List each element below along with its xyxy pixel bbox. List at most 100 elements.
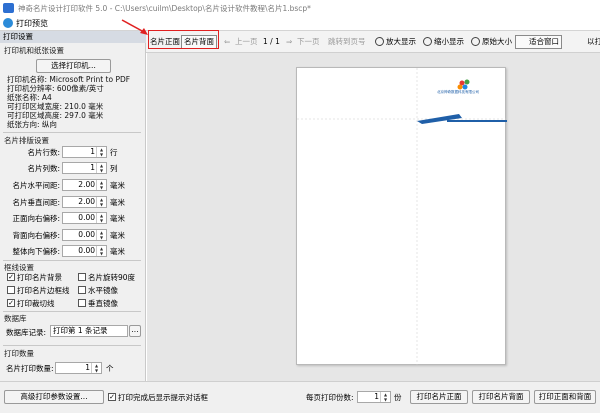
columns-spinner[interactable]: 1 ▲ ▼ xyxy=(62,162,107,174)
preview-page: 北京神奇数据科技有限公司 xyxy=(296,67,507,366)
back-offset-unit: 毫米 xyxy=(110,231,125,240)
next-page-button[interactable]: 下一页 xyxy=(297,36,320,48)
printer-info-resolution: 打印机分辨率: 600像素/英寸 xyxy=(7,84,104,93)
database-record-select[interactable]: 打印第 1 条记录 xyxy=(50,325,128,337)
h-spacing-value: 2.00 xyxy=(78,180,95,189)
per-page-unit: 份 xyxy=(394,393,402,402)
spinner-arrows-icon[interactable]: ▲ ▼ xyxy=(96,197,106,207)
advanced-settings-button[interactable]: 高级打印参数设置... xyxy=(4,390,104,404)
print-border-label: 打印名片边框线 xyxy=(17,286,70,295)
print-toolbar-button[interactable]: 以打 xyxy=(587,36,600,48)
h-spacing-label: 名片水平间距: xyxy=(12,181,60,190)
mirror-v-checkbox[interactable] xyxy=(78,299,86,307)
back-offset-label: 背面向右偏移: xyxy=(12,231,60,240)
print-background-checkbox[interactable]: ✓ xyxy=(7,273,15,281)
rotate-90-checkbox[interactable] xyxy=(78,273,86,281)
divider xyxy=(3,311,141,312)
down-offset-unit: 毫米 xyxy=(110,247,125,256)
divider xyxy=(3,345,141,346)
show-dialog-label: 打印完成后显示提示对话框 xyxy=(118,393,208,402)
prev-arrow-icon: ⇐ xyxy=(224,37,231,46)
down-offset-label: 整体向下偏移: xyxy=(12,247,60,256)
print-crop-lines-label: 打印裁切线 xyxy=(17,299,55,308)
spinner-arrows-icon[interactable]: ▲ ▼ xyxy=(96,163,106,173)
original-size-button[interactable]: 原始大小 xyxy=(482,36,512,48)
print-preview-icon xyxy=(3,18,13,28)
back-offset-spinner[interactable]: 0.00 ▲ ▼ xyxy=(62,229,107,241)
business-card-preview xyxy=(297,68,507,366)
print-border-checkbox[interactable] xyxy=(7,286,15,294)
prev-page-button[interactable]: 上一页 xyxy=(235,36,258,48)
zoom-out-button[interactable]: 缩小显示 xyxy=(434,36,464,48)
columns-unit: 列 xyxy=(110,164,118,173)
divider xyxy=(3,132,141,133)
database-record-label: 数据库记录: xyxy=(6,328,47,337)
down-offset-value: 0.00 xyxy=(78,246,95,255)
v-spacing-spinner[interactable]: 2.00 ▲ ▼ xyxy=(62,196,107,208)
per-page-spinner[interactable]: 1 ▲ ▼ xyxy=(357,391,391,403)
spinner-arrows-icon[interactable]: ▲ ▼ xyxy=(96,147,106,157)
mirror-h-label: 水平镜像 xyxy=(88,286,118,295)
print-settings-panel: 打印设置 打印机和纸张设置 选择打印机... 打印机名称: Microsoft … xyxy=(0,31,146,381)
spinner-arrows-icon[interactable]: ▲ ▼ xyxy=(96,230,106,240)
v-spacing-unit: 毫米 xyxy=(110,198,125,207)
window-title: 神奇名片设计打印软件 5.0 - C:\Users\cuilm\Desktop\… xyxy=(18,4,311,13)
rows-value: 1 xyxy=(90,147,95,156)
back-offset-value: 0.00 xyxy=(78,230,95,239)
show-dialog-checkbox[interactable]: ✓ xyxy=(108,393,116,401)
zoom-out-icon xyxy=(423,37,432,46)
spinner-arrows-icon[interactable]: ▲ ▼ xyxy=(380,392,390,402)
print-quantity-value: 1 xyxy=(85,363,90,372)
rotate-90-label: 名片旋转90度 xyxy=(88,273,136,282)
spinner-arrows-icon[interactable]: ▲ ▼ xyxy=(96,213,106,223)
app-icon xyxy=(3,3,14,13)
page-indicator: 1 / 1 xyxy=(263,37,280,46)
per-page-value: 1 xyxy=(374,392,379,401)
print-background-label: 打印名片背景 xyxy=(17,273,62,282)
print-quantity-unit: 个 xyxy=(106,364,114,373)
down-offset-spinner[interactable]: 0.00 ▲ ▼ xyxy=(62,245,107,257)
goto-page-button[interactable]: 跳转到页号 xyxy=(328,36,366,48)
bottom-action-bar: 高级打印参数设置... ✓ 打印完成后显示提示对话框 每页打印份数: 1 ▲ ▼ 份… xyxy=(0,381,600,413)
next-arrow-icon: ⇒ xyxy=(286,37,293,46)
company-name: 北京神奇数据科技有限公司 xyxy=(437,90,479,94)
database-section-title: 数据库 xyxy=(4,314,27,323)
printer-section-title: 打印机和纸张设置 xyxy=(4,46,64,55)
select-printer-button[interactable]: 选择打印机... xyxy=(36,59,111,73)
mirror-h-checkbox[interactable] xyxy=(78,286,86,294)
front-offset-spinner[interactable]: 0.00 ▲ ▼ xyxy=(62,212,107,224)
zoom-in-icon xyxy=(375,37,384,46)
rows-unit: 行 xyxy=(110,148,118,157)
window-title-bar: 神奇名片设计打印软件 5.0 - C:\Users\cuilm\Desktop\… xyxy=(0,0,600,16)
fit-window-button[interactable]: 适合窗口 xyxy=(515,35,562,49)
spinner-arrows-icon[interactable]: ▲ ▼ xyxy=(96,180,106,190)
per-page-label: 每页打印份数: xyxy=(306,393,354,402)
h-spacing-spinner[interactable]: 2.00 ▲ ▼ xyxy=(62,179,107,191)
spinner-arrows-icon[interactable]: ▲ ▼ xyxy=(96,246,106,256)
mirror-v-label: 垂直镜像 xyxy=(88,299,118,308)
print-crop-lines-checkbox[interactable]: ✓ xyxy=(7,299,15,307)
h-spacing-unit: 毫米 xyxy=(110,181,125,190)
quantity-section-title: 打印数量 xyxy=(4,349,34,358)
dialog-title: 打印预览 xyxy=(16,19,48,28)
printer-info-paper: 纸张名称: A4 xyxy=(7,93,52,102)
print-quantity-label: 名片打印数量: xyxy=(6,364,54,373)
print-back-button[interactable]: 打印名片背面 xyxy=(472,390,530,404)
layout-section-title: 名片排版设置 xyxy=(4,136,49,145)
dialog-title-bar: 打印预览 xyxy=(0,16,600,31)
print-both-button[interactable]: 打印正面和背面 xyxy=(534,390,596,404)
print-front-button[interactable]: 打印名片正面 xyxy=(410,390,468,404)
printer-info-orientation: 纸张方向: 纵向 xyxy=(7,120,57,129)
divider xyxy=(3,260,141,261)
columns-value: 1 xyxy=(90,163,95,172)
database-browse-button[interactable]: ... xyxy=(129,325,141,337)
v-spacing-value: 2.00 xyxy=(78,197,95,206)
v-spacing-label: 名片垂直间距: xyxy=(12,198,60,207)
front-offset-label: 正面向右偏移: xyxy=(12,214,60,223)
rows-spinner[interactable]: 1 ▲ ▼ xyxy=(62,146,107,158)
spinner-arrows-icon[interactable]: ▲ ▼ xyxy=(91,363,101,373)
print-quantity-spinner[interactable]: 1 ▲ ▼ xyxy=(55,362,102,374)
zoom-in-button[interactable]: 放大显示 xyxy=(386,36,416,48)
annotation-arrow-icon xyxy=(121,19,148,35)
columns-label: 名片列数: xyxy=(27,164,60,173)
